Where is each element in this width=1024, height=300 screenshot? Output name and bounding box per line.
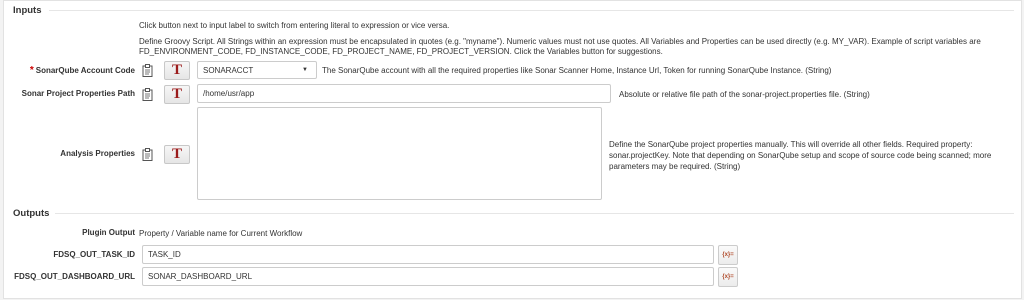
- account-code-label-text: SonarQube Account Code: [35, 66, 135, 75]
- task-id-label: FDSQ_OUT_TASK_ID: [53, 250, 135, 259]
- properties-path-input[interactable]: /home/usr/app: [197, 84, 611, 103]
- outputs-divider: [55, 213, 1014, 214]
- dashboard-url-label: FDSQ_OUT_DASHBOARD_URL: [14, 272, 135, 281]
- clipboard-icon[interactable]: [142, 64, 153, 77]
- dashboard-url-input[interactable]: SONAR_DASHBOARD_URL: [142, 267, 714, 286]
- analysis-properties-textarea[interactable]: [197, 107, 602, 200]
- plugin-form-panel: Inputs Click button next to input label …: [3, 0, 1022, 299]
- plugin-output-text: Property / Variable name for Current Wor…: [139, 229, 303, 238]
- literal-expression-toggle-button[interactable]: T: [164, 145, 190, 164]
- dashboard-url-value: SONAR_DASHBOARD_URL: [148, 272, 253, 281]
- literal-expression-toggle-icon: T: [171, 86, 182, 102]
- variables-button[interactable]: {x}=: [718, 245, 738, 265]
- task-id-input[interactable]: TASK_ID: [142, 245, 714, 264]
- account-code-description: The SonarQube account with all the requi…: [322, 66, 832, 75]
- variables-button[interactable]: {x}=: [718, 267, 738, 287]
- properties-path-value: /home/usr/app: [203, 89, 255, 98]
- literal-expression-toggle-icon: T: [171, 62, 182, 78]
- account-code-label: * SonarQube Account Code: [30, 65, 135, 76]
- help-text-variables: FD_ENVIRONMENT_CODE, FD_INSTANCE_CODE, F…: [139, 47, 663, 56]
- variables-icon: {x}=: [722, 252, 734, 258]
- required-marker: *: [29, 65, 34, 76]
- help-text-groovy: Define Groovy Script. All Strings within…: [139, 37, 981, 46]
- variables-icon: {x}=: [722, 274, 734, 280]
- literal-expression-toggle-icon: T: [171, 146, 182, 162]
- plugin-output-label: Plugin Output: [82, 228, 135, 237]
- outputs-section-title: Outputs: [13, 208, 50, 219]
- literal-expression-toggle-button[interactable]: T: [164, 61, 190, 80]
- properties-path-label: Sonar Project Properties Path: [21, 89, 135, 98]
- clipboard-icon[interactable]: [142, 88, 153, 101]
- account-code-select[interactable]: SONARACCT ▼: [197, 61, 317, 79]
- inputs-divider: [49, 10, 1014, 11]
- clipboard-icon[interactable]: [142, 148, 153, 161]
- chevron-down-icon: ▼: [302, 67, 308, 73]
- inputs-section-title: Inputs: [13, 5, 42, 16]
- analysis-description-line3: parameters may be required. (String): [609, 162, 741, 171]
- help-text-toggle: Click button next to input label to swit…: [139, 21, 450, 30]
- analysis-properties-label: Analysis Properties: [60, 149, 135, 158]
- literal-expression-toggle-button[interactable]: T: [164, 85, 190, 104]
- task-id-value: TASK_ID: [148, 250, 181, 259]
- analysis-description-line1: Define the SonarQube project properties …: [609, 140, 973, 149]
- account-code-value: SONARACCT: [203, 65, 254, 75]
- analysis-description-line2: sonar.projectKey. Note that depending on…: [609, 151, 992, 160]
- properties-path-description: Absolute or relative file path of the so…: [619, 90, 870, 99]
